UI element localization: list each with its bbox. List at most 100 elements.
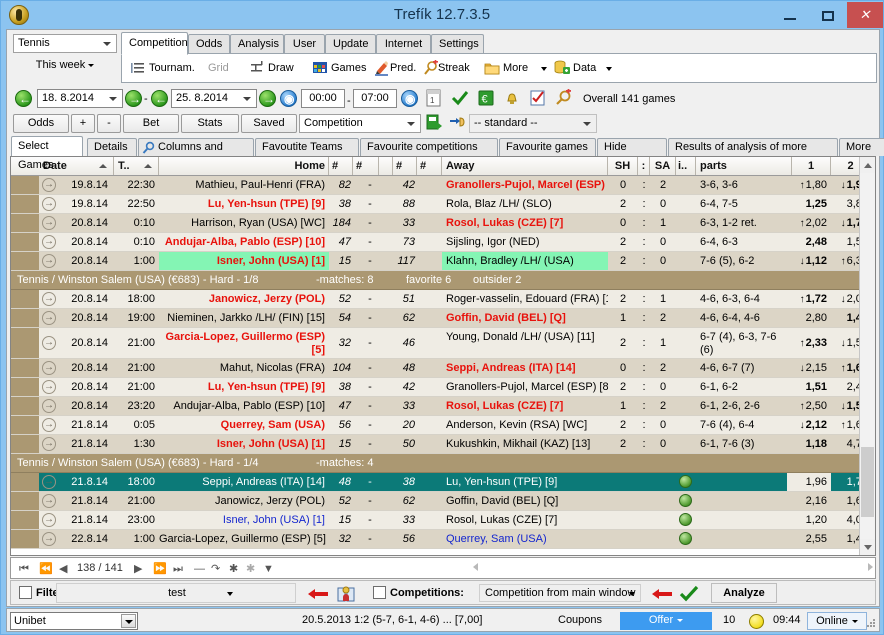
table-row[interactable]: → 20.8.14 0:10 Harrison, Ryan (USA) [WC] 184… [11, 214, 875, 233]
euro-icon[interactable]: € [477, 89, 495, 107]
confirm-check-icon[interactable] [679, 585, 699, 603]
globe-icon[interactable] [676, 473, 696, 491]
delete-record-button[interactable]: — [194, 562, 205, 576]
tab-settings[interactable]: Settings [431, 34, 484, 54]
scroll-right-button[interactable] [868, 563, 873, 571]
calendar-icon[interactable]: 1 [425, 89, 443, 107]
maximize-button[interactable] [809, 2, 847, 28]
filter-records-button[interactable]: ▼ [263, 562, 274, 576]
table-row[interactable]: → 20.8.14 21:00 Mahut, Nicolas (FRA) 104-48 S… [11, 359, 875, 378]
group-header-row[interactable]: Tennis / Winston Salem (USA) (€683) - Ha… [11, 271, 875, 290]
odds-button[interactable]: Odds [13, 114, 69, 133]
scroll-up-button[interactable] [860, 157, 875, 173]
tab-user[interactable]: User [284, 34, 325, 54]
book-icon[interactable] [336, 584, 356, 604]
column-header-away[interactable]: Away [442, 157, 608, 175]
new-record-button[interactable]: ✱ [229, 562, 238, 576]
online-button[interactable]: Online [807, 612, 867, 630]
bookmaker-select[interactable]: Unibet [10, 612, 138, 630]
date-from-prev-button[interactable]: ← [15, 90, 32, 107]
column-header-parts[interactable]: parts [696, 157, 792, 175]
table-row[interactable]: → 21.8.14 1:30 Isner, John (USA) [1] 15-50 Ku… [11, 435, 875, 454]
refresh-button[interactable]: ↷ [211, 562, 220, 576]
globe-icon[interactable] [676, 492, 696, 510]
group-header-row[interactable]: Tennis / Winston Salem (USA) (€683) - Ha… [11, 454, 875, 473]
table-row[interactable]: → 20.8.14 18:00 Janowicz, Jerzy (POL) 52-51 R… [11, 290, 875, 309]
tab-more-filters[interactable]: More Filters [839, 138, 884, 170]
scroll-left-button[interactable] [473, 563, 478, 571]
table-row[interactable]: → 19.8.14 22:30 Mathieu, Paul-Henri (FRA) 82… [11, 176, 875, 195]
standard-select[interactable]: -- standard -- [469, 114, 597, 133]
tab-select-games[interactable]: Select Games [11, 136, 83, 171]
next-page-button[interactable]: ⏩ [153, 562, 167, 576]
scrollbar-thumb[interactable] [861, 447, 874, 517]
saved-button[interactable]: Saved [241, 114, 297, 133]
table-row[interactable]: → 21.8.14 21:00 Janowicz, Jerzy (POL) 52-62 G… [11, 492, 875, 511]
table-row[interactable]: → 20.8.14 1:00 Isner, John (USA) [1] 15-117 K… [11, 252, 875, 271]
minus-button[interactable]: - [97, 114, 121, 133]
apply-left-arrow-button[interactable] [307, 587, 329, 601]
competition-source-select[interactable]: Competition from main window [479, 584, 641, 602]
globe-icon[interactable] [676, 530, 696, 548]
column-header-home-rank[interactable]: # [329, 157, 353, 175]
column-header-sh[interactable]: SH [608, 157, 638, 175]
next-record-button[interactable]: ▶ [134, 562, 142, 576]
tab-favourite-teams[interactable]: Favoutite Teams [255, 138, 359, 156]
prev-page-button[interactable]: ⏪ [39, 562, 53, 576]
bet-button[interactable]: Bet [123, 114, 179, 133]
tab-hide-games[interactable]: Hide games [597, 138, 667, 170]
column-header-sa[interactable]: SA [650, 157, 676, 175]
filter-checkbox[interactable] [19, 586, 32, 599]
column-header-time[interactable]: T.. [114, 157, 159, 175]
column-header-away-rank[interactable]: # [393, 157, 417, 175]
export-icon[interactable] [425, 113, 443, 131]
competitions-checkbox[interactable] [373, 586, 386, 599]
tab-favourite-competitions[interactable]: Favourite competitions [360, 138, 498, 156]
tab-odds[interactable]: Odds [188, 34, 230, 54]
table-row[interactable]: → 21.8.14 18:00 Seppi, Andreas (ITA) [14] 48… [11, 473, 875, 492]
tab-results-of-analysis[interactable]: Results of analysis of more filters [668, 138, 838, 170]
time-to-button[interactable]: ◉ [401, 90, 418, 107]
new-record-alt-button[interactable]: ✱ [246, 562, 255, 576]
first-record-button[interactable]: ⏮ [19, 562, 29, 576]
date-to-next-button[interactable]: → [259, 90, 276, 107]
table-row[interactable]: → 21.8.14 0:05 Querrey, Sam (USA) 56-20 Ander… [11, 416, 875, 435]
plus-button[interactable]: + [71, 114, 95, 133]
date-to-select[interactable]: 25. 8.2014 [171, 89, 257, 108]
resize-grip[interactable] [866, 619, 876, 629]
tab-favourite-games[interactable]: Favourite games [499, 138, 596, 156]
tab-analysis[interactable]: Analysis [230, 34, 284, 54]
column-header-away-rank2[interactable]: # [417, 157, 442, 175]
checklist-icon[interactable] [529, 89, 547, 107]
competition-select[interactable]: Competition [299, 114, 421, 133]
table-row[interactable]: → 22.8.14 1:00 Garcia-Lopez, Guillermo (ESP… [11, 530, 875, 549]
minimize-button[interactable] [771, 2, 809, 28]
table-row[interactable]: → 20.8.14 21:00 Garcia-Lopez, Guillermo (ES… [11, 328, 875, 359]
stats-button[interactable]: Stats [181, 114, 239, 133]
column-header-blank[interactable] [379, 157, 393, 175]
column-header-i[interactable]: i.. [676, 157, 696, 175]
date-from-select[interactable]: 18. 8.2014 [37, 89, 123, 108]
prev-record-button[interactable]: ◀ [59, 562, 67, 576]
bell-icon[interactable] [503, 89, 521, 107]
table-row[interactable]: → 20.8.14 21:00 Lu, Yen-hsun (TPE) [9] 38-42… [11, 378, 875, 397]
globe-icon[interactable] [676, 511, 696, 529]
time-from-input[interactable]: 00:00 [301, 89, 345, 108]
time-to-input[interactable]: 07:00 [353, 89, 397, 108]
column-header-home[interactable]: Home [159, 157, 329, 175]
last-record-button[interactable]: ⏭ [173, 562, 183, 576]
date-from-next-button[interactable]: → [125, 90, 142, 107]
period-button[interactable]: This week [13, 56, 117, 75]
magnifier-plus-icon[interactable] [555, 89, 573, 107]
tab-columns-and-stats[interactable]: Columns and stats [138, 138, 254, 170]
filter-preset-button[interactable]: test [56, 583, 296, 603]
column-header-odds1[interactable]: 1 [792, 157, 831, 175]
table-row[interactable]: → 19.8.14 22:50 Lu, Yen-hsun (TPE) [9] 38-88… [11, 195, 875, 214]
scroll-down-button[interactable] [860, 539, 875, 555]
date-to-prev-button[interactable]: ← [151, 90, 168, 107]
close-button[interactable]: ✕ [847, 2, 883, 28]
tab-details[interactable]: Details [87, 138, 137, 156]
table-row[interactable]: → 20.8.14 0:10 Andujar-Alba, Pablo (ESP) [1… [11, 233, 875, 252]
column-header-colon[interactable]: : [638, 157, 650, 175]
time-from-button[interactable]: ◉ [280, 90, 297, 107]
